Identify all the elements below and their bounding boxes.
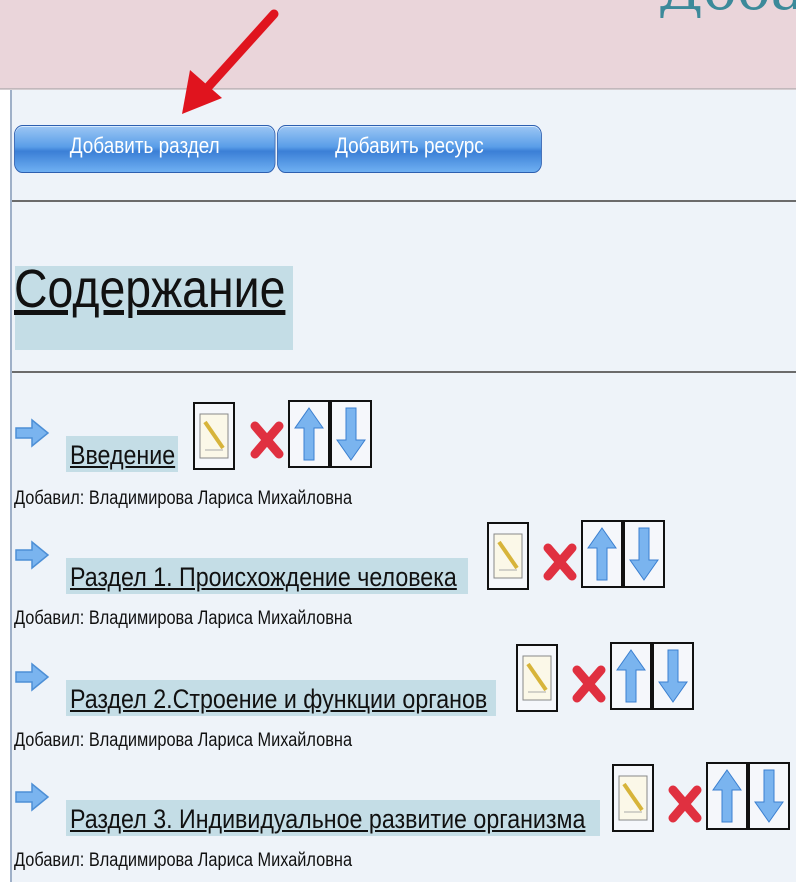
arrow-up-icon[interactable] <box>706 762 748 830</box>
arrow-up-icon[interactable] <box>581 520 623 588</box>
added-by-text: Добавил: Владимирова Лариса Михайловна <box>14 730 353 751</box>
page-title: Доба <box>658 0 796 23</box>
header-band: Доба <box>0 0 796 88</box>
edit-notepad-icon[interactable] <box>516 644 558 712</box>
delete-x-icon[interactable] <box>542 542 578 582</box>
divider <box>12 371 796 373</box>
content-item-link[interactable]: Раздел 2.Строение и функции органов <box>70 684 487 715</box>
content-item-link[interactable]: Раздел 3. Индивидуальное развитие органи… <box>70 804 585 835</box>
delete-x-icon[interactable] <box>571 664 607 704</box>
content-item-link[interactable]: Введение <box>70 440 175 471</box>
arrow-right-icon <box>15 418 50 448</box>
arrow-up-icon[interactable] <box>288 400 330 468</box>
arrow-down-icon[interactable] <box>623 520 665 588</box>
edit-notepad-icon[interactable] <box>487 522 529 590</box>
delete-x-icon[interactable] <box>249 420 285 460</box>
arrow-down-icon[interactable] <box>652 642 694 710</box>
edit-notepad-icon[interactable] <box>612 764 654 832</box>
added-by-text: Добавил: Владимирова Лариса Михайловна <box>14 608 353 629</box>
arrow-right-icon <box>15 540 50 570</box>
added-by-text: Добавил: Владимирова Лариса Михайловна <box>14 488 353 509</box>
arrow-down-icon[interactable] <box>330 400 372 468</box>
content-item-link[interactable]: Раздел 1. Происхождение человека <box>70 562 457 593</box>
delete-x-icon[interactable] <box>667 784 703 824</box>
content-panel <box>10 90 796 882</box>
red-pointer-arrow-icon <box>182 9 279 114</box>
arrow-right-icon <box>15 662 50 692</box>
section-heading: Содержание <box>14 259 286 319</box>
edit-notepad-icon[interactable] <box>193 402 235 470</box>
panel-edge <box>0 90 10 882</box>
arrow-up-icon[interactable] <box>610 642 652 710</box>
arrow-right-icon <box>15 782 50 812</box>
add-resource-button[interactable]: Добавить ресурс <box>277 125 542 173</box>
arrow-down-icon[interactable] <box>748 762 790 830</box>
divider <box>12 200 796 202</box>
add-section-button[interactable]: Добавить раздел <box>14 125 276 173</box>
added-by-text: Добавил: Владимирова Лариса Михайловна <box>14 850 353 871</box>
